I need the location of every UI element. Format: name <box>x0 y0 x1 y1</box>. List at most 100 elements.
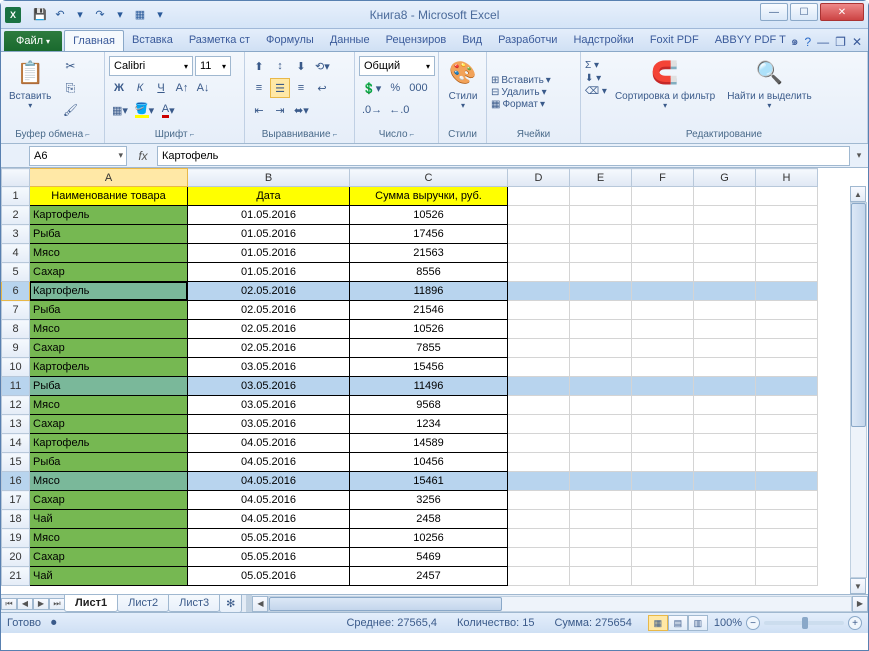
scroll-left-icon[interactable]: ◀ <box>252 596 268 612</box>
cell[interactable] <box>632 491 694 510</box>
row-header[interactable]: 9 <box>2 339 30 358</box>
cell[interactable] <box>632 301 694 320</box>
row-header[interactable]: 17 <box>2 491 30 510</box>
sheet-tab[interactable]: Лист1 <box>64 595 118 612</box>
cell[interactable]: 03.05.2016 <box>188 396 350 415</box>
cell[interactable] <box>694 529 756 548</box>
sheet-nav-last-icon[interactable]: ⏭ <box>49 598 65 610</box>
align-left-icon[interactable]: ≡ <box>249 78 269 98</box>
cell[interactable] <box>632 548 694 567</box>
cell[interactable]: Рыба <box>30 225 188 244</box>
cell[interactable] <box>570 377 632 396</box>
cell[interactable] <box>508 453 570 472</box>
row-header[interactable]: 4 <box>2 244 30 263</box>
scroll-up-icon[interactable]: ▲ <box>850 186 866 202</box>
cell[interactable] <box>694 301 756 320</box>
autosum-icon[interactable]: Σ ▾ <box>585 60 607 71</box>
cell[interactable]: Картофель <box>30 434 188 453</box>
cell[interactable]: Картофель <box>30 358 188 377</box>
ribbon-tab-1[interactable]: Вставка <box>124 30 181 51</box>
cell[interactable] <box>508 415 570 434</box>
cell[interactable]: 8556 <box>350 263 508 282</box>
cell[interactable]: Дата <box>188 187 350 206</box>
cell[interactable]: Сахар <box>30 263 188 282</box>
row-header[interactable]: 5 <box>2 263 30 282</box>
find-select-button[interactable]: 🔍 Найти и выделить▾ <box>723 56 815 112</box>
cell[interactable] <box>632 510 694 529</box>
row-header[interactable]: 12 <box>2 396 30 415</box>
cell[interactable] <box>632 320 694 339</box>
cell[interactable]: Картофель <box>30 282 188 301</box>
column-header[interactable]: H <box>756 169 818 187</box>
cell[interactable]: Мясо <box>30 529 188 548</box>
format-painter-icon[interactable]: 🖌 <box>59 100 81 120</box>
cell[interactable] <box>632 472 694 491</box>
row-header[interactable]: 11 <box>2 377 30 396</box>
maximize-button[interactable]: ☐ <box>790 3 818 21</box>
cell[interactable] <box>570 472 632 491</box>
row-header[interactable]: 8 <box>2 320 30 339</box>
fx-icon[interactable]: fx <box>133 149 153 163</box>
orientation-icon[interactable]: ⟲▾ <box>312 56 333 76</box>
cell[interactable] <box>694 472 756 491</box>
fill-color-icon[interactable]: 🪣▾ <box>132 100 157 120</box>
cell[interactable] <box>694 263 756 282</box>
cell[interactable]: 03.05.2016 <box>188 377 350 396</box>
merge-icon[interactable]: ⬌▾ <box>291 100 312 120</box>
cell[interactable] <box>632 263 694 282</box>
cell[interactable] <box>508 358 570 377</box>
cell[interactable] <box>694 358 756 377</box>
cell[interactable]: 14589 <box>350 434 508 453</box>
dialog-launcher-icon[interactable]: ⌐ <box>85 130 90 139</box>
dropdown-icon[interactable]: ▾ <box>111 6 129 24</box>
cell[interactable] <box>756 282 818 301</box>
cell[interactable] <box>632 453 694 472</box>
increase-indent-icon[interactable]: ⇥ <box>270 100 290 120</box>
cell[interactable]: Мясо <box>30 244 188 263</box>
decrease-indent-icon[interactable]: ⇤ <box>249 100 269 120</box>
cell[interactable] <box>694 377 756 396</box>
cell[interactable] <box>570 453 632 472</box>
cell[interactable] <box>632 244 694 263</box>
cell[interactable]: Рыба <box>30 453 188 472</box>
cell[interactable] <box>570 396 632 415</box>
cell[interactable] <box>756 225 818 244</box>
formula-input[interactable] <box>157 146 850 166</box>
row-header[interactable]: 3 <box>2 225 30 244</box>
cell[interactable]: 11896 <box>350 282 508 301</box>
cell[interactable] <box>756 339 818 358</box>
cell[interactable] <box>508 434 570 453</box>
file-tab[interactable]: Файл▾ <box>4 31 62 51</box>
cell[interactable]: 21546 <box>350 301 508 320</box>
column-header[interactable]: G <box>694 169 756 187</box>
cell[interactable]: Картофель <box>30 206 188 225</box>
cell[interactable] <box>632 529 694 548</box>
cell[interactable] <box>756 244 818 263</box>
cell[interactable] <box>508 472 570 491</box>
column-header[interactable]: D <box>508 169 570 187</box>
macro-record-icon[interactable]: ⏺ <box>51 617 57 630</box>
cell[interactable] <box>756 377 818 396</box>
qat-more-icon[interactable]: ▦ <box>131 6 149 24</box>
cell[interactable] <box>508 529 570 548</box>
cell[interactable]: Сахар <box>30 339 188 358</box>
cell[interactable] <box>570 415 632 434</box>
ribbon-tab-10[interactable]: ABBYY PDF T <box>707 30 794 51</box>
cell[interactable] <box>570 529 632 548</box>
ribbon-tab-9[interactable]: Foxit PDF <box>642 30 707 51</box>
row-header[interactable]: 20 <box>2 548 30 567</box>
cell[interactable]: 02.05.2016 <box>188 320 350 339</box>
zoom-level[interactable]: 100% <box>714 617 742 629</box>
cell[interactable] <box>632 339 694 358</box>
cell[interactable] <box>570 187 632 206</box>
cell[interactable] <box>508 320 570 339</box>
cell[interactable]: 04.05.2016 <box>188 510 350 529</box>
row-header[interactable]: 2 <box>2 206 30 225</box>
cell[interactable]: 9568 <box>350 396 508 415</box>
cell[interactable] <box>694 244 756 263</box>
cell[interactable]: 15461 <box>350 472 508 491</box>
row-header[interactable]: 7 <box>2 301 30 320</box>
cell[interactable] <box>508 396 570 415</box>
clear-icon[interactable]: ⌫ ▾ <box>585 86 607 97</box>
cell[interactable]: Рыба <box>30 301 188 320</box>
